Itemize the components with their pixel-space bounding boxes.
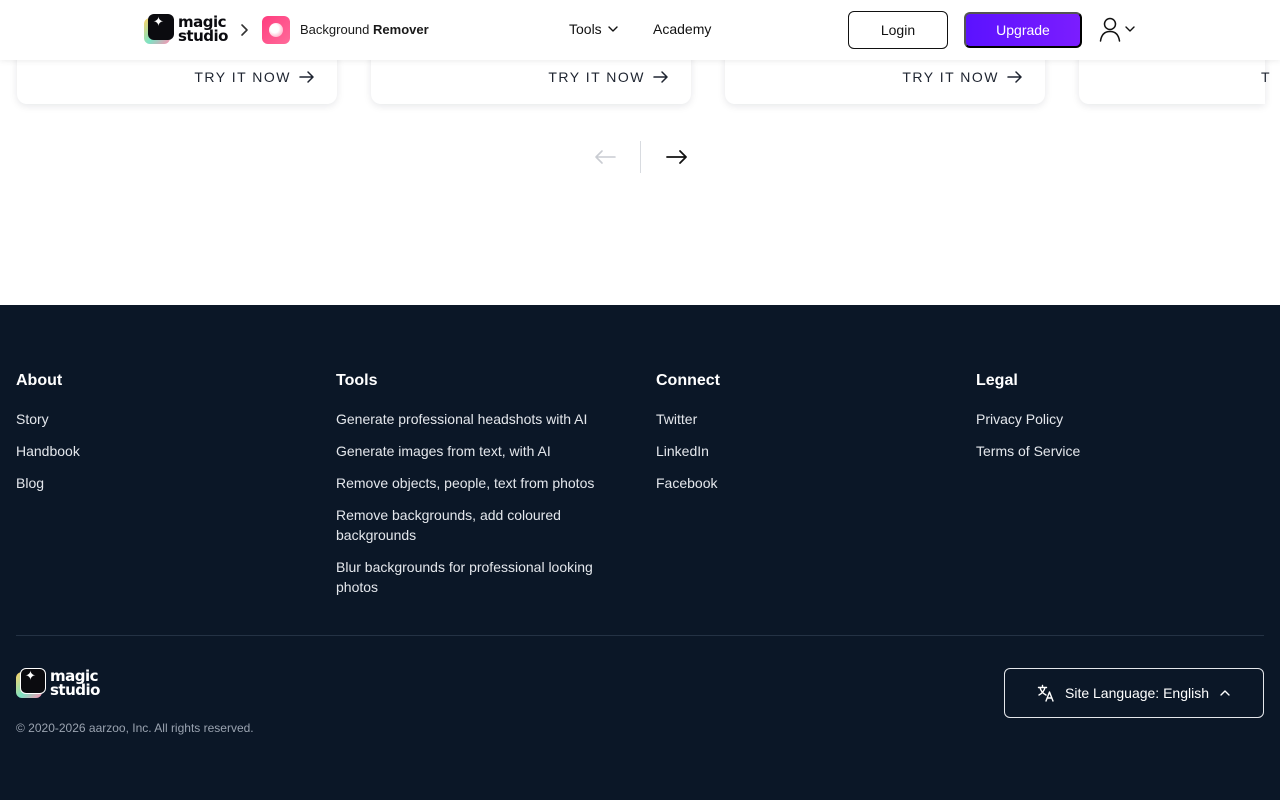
chevron-up-icon	[1220, 690, 1230, 696]
magic-studio-logo[interactable]: ✦ magic studio	[144, 14, 228, 44]
nav-tools-label: Tools	[569, 21, 602, 37]
try-it-now-link[interactable]: T	[1261, 69, 1271, 85]
logo-text-line2: studio	[178, 27, 228, 45]
site-footer: About Story Handbook Blog Tools Generate…	[0, 305, 1280, 800]
logo-mark-icon: ✦	[16, 668, 46, 698]
footer-link-blur-backgrounds[interactable]: Blur backgrounds for professional lookin…	[336, 557, 596, 597]
pager-next-button[interactable]	[666, 149, 688, 168]
footer-link-story[interactable]: Story	[16, 409, 80, 429]
footer-column-tools: Tools Generate professional headshots wi…	[336, 372, 596, 609]
nav-academy-label: Academy	[653, 21, 712, 37]
footer-link-blog[interactable]: Blog	[16, 473, 80, 493]
background-remover-icon[interactable]	[262, 16, 290, 44]
pager-prev-button[interactable]	[594, 149, 616, 168]
cta-label: TRY IT NOW	[194, 69, 291, 85]
login-button[interactable]: Login	[848, 11, 948, 49]
footer-link-headshots[interactable]: Generate professional headshots with AI	[336, 409, 596, 429]
pager-divider	[640, 141, 641, 173]
user-icon	[1099, 17, 1121, 42]
footer-column-about: About Story Handbook Blog	[16, 372, 80, 505]
footer-link-terms[interactable]: Terms of Service	[976, 441, 1080, 461]
footer-logo-text: magic studio	[50, 669, 100, 699]
cta-label: TRY IT NOW	[548, 69, 645, 85]
footer-link-twitter[interactable]: Twitter	[656, 409, 720, 429]
arrow-left-icon	[595, 150, 616, 164]
try-it-now-link[interactable]: TRY IT NOW	[548, 69, 669, 85]
footer-divider	[16, 635, 1264, 636]
footer-link-remove-backgrounds[interactable]: Remove backgrounds, add coloured backgro…	[336, 505, 596, 545]
try-it-now-link[interactable]: TRY IT NOW	[902, 69, 1023, 85]
footer-link-privacy[interactable]: Privacy Policy	[976, 409, 1080, 429]
site-language-label: Site Language: English	[1065, 685, 1209, 701]
footer-logo-text-line2: studio	[50, 681, 100, 699]
arrow-right-icon	[299, 71, 314, 83]
logo-mark-icon: ✦	[144, 14, 174, 44]
footer-column-legal: Legal Privacy Policy Terms of Service	[976, 372, 1080, 473]
product-name-light: Background	[300, 22, 370, 37]
footer-link-remove-objects[interactable]: Remove objects, people, text from photos	[336, 473, 596, 493]
cta-label: T	[1261, 69, 1272, 85]
footer-link-facebook[interactable]: Facebook	[656, 473, 720, 493]
try-it-now-link[interactable]: TRY IT NOW	[194, 69, 315, 85]
product-name[interactable]: Background Remover	[300, 22, 429, 37]
footer-magic-studio-logo[interactable]: ✦ magic studio	[16, 668, 100, 698]
chevron-down-icon	[1125, 26, 1135, 32]
footer-column-connect: Connect Twitter LinkedIn Facebook	[656, 372, 720, 505]
site-language-button[interactable]: Site Language: English	[1004, 668, 1264, 718]
footer-heading-about: About	[16, 372, 63, 389]
chevron-down-icon	[607, 26, 618, 32]
logo-text: magic studio	[178, 15, 228, 45]
account-menu[interactable]	[1098, 16, 1136, 42]
cta-label: TRY IT NOW	[902, 69, 999, 85]
chevron-right-icon	[241, 24, 248, 36]
footer-link-text-to-image[interactable]: Generate images from text, with AI	[336, 441, 596, 461]
arrow-right-icon	[1007, 71, 1022, 83]
copyright-text: © 2020-2026 aarzoo, Inc. All rights rese…	[16, 721, 254, 735]
nav-tools-menu[interactable]: Tools	[569, 21, 619, 37]
arrow-right-icon	[653, 71, 668, 83]
footer-link-handbook[interactable]: Handbook	[16, 441, 80, 461]
footer-heading-legal: Legal	[976, 372, 1018, 389]
footer-link-linkedin[interactable]: LinkedIn	[656, 441, 720, 461]
translate-icon	[1037, 684, 1054, 702]
footer-heading-tools: Tools	[336, 372, 378, 389]
top-nav: ✦ magic studio Background Remover Tools …	[0, 0, 1280, 60]
upgrade-button[interactable]: Upgrade	[964, 12, 1082, 48]
carousel-pager	[590, 141, 690, 173]
product-name-bold: Remover	[373, 22, 429, 37]
nav-academy-link[interactable]: Academy	[653, 21, 711, 37]
arrow-right-icon	[666, 150, 687, 164]
footer-heading-connect: Connect	[656, 372, 720, 389]
